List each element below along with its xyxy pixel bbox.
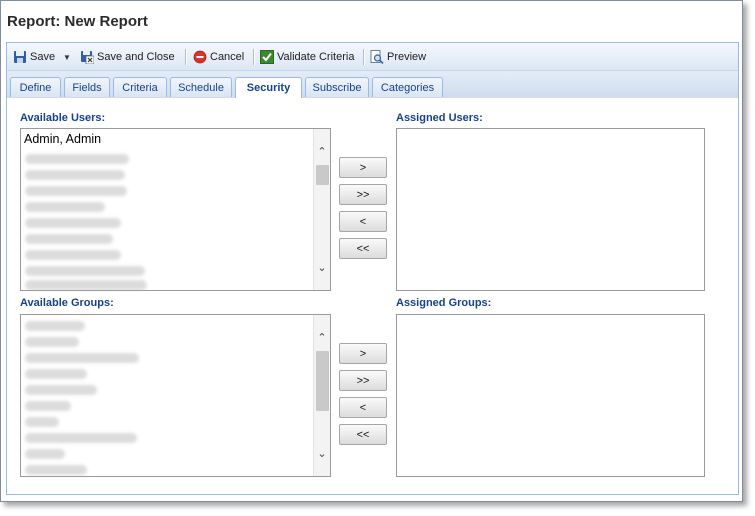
tab-schedule[interactable]: Schedule [170, 77, 232, 97]
window-title: Report: New Report [7, 13, 148, 30]
save-label: Save [30, 51, 56, 63]
save-button[interactable]: Save [13, 43, 55, 71]
assigned-groups-list[interactable] [396, 314, 705, 477]
redacted-list-item [25, 433, 137, 443]
redacted-list-item [25, 417, 59, 427]
redacted-list-item [25, 337, 79, 347]
redacted-list-item [25, 385, 97, 395]
cancel-label: Cancel [210, 51, 245, 63]
scrollbar-thumb[interactable] [316, 351, 329, 411]
preview-label: Preview [387, 51, 427, 63]
assigned-users-list[interactable] [396, 128, 705, 291]
tab-strip: Define Fields Criteria Schedule Security… [6, 70, 739, 99]
groups-scrollbar[interactable]: ⌃ ⌄ [313, 315, 330, 476]
remove-user-button[interactable]: < [339, 211, 387, 232]
available-groups-label: Available Groups: [20, 297, 114, 309]
floppy-disk-icon [13, 50, 27, 64]
toolbar: Save ▼ Save and Close Cancel Validate Cr… [6, 42, 739, 71]
remove-all-groups-button[interactable]: << [339, 424, 387, 445]
redacted-list-item [25, 449, 65, 459]
caret-down-icon: ▼ [63, 52, 71, 62]
report-window: Report: New Report Save ▼ Save and Close… [0, 0, 743, 502]
tab-fields[interactable]: Fields [64, 77, 110, 97]
preview-button[interactable]: Preview [370, 43, 426, 71]
available-users-label: Available Users: [20, 112, 106, 124]
save-and-close-label: Save and Close [97, 51, 175, 63]
validate-criteria-button[interactable]: Validate Criteria [260, 43, 354, 71]
tab-subscribe[interactable]: Subscribe [305, 77, 369, 97]
redacted-list-item [25, 250, 121, 260]
redacted-list-item [25, 401, 71, 411]
redacted-list-item [25, 321, 85, 331]
cancel-button[interactable]: Cancel [193, 43, 244, 71]
save-close-icon [80, 50, 95, 65]
toolbar-separator [253, 49, 255, 65]
save-and-close-button[interactable]: Save and Close [80, 43, 175, 71]
redacted-list-item [25, 266, 145, 276]
available-groups-list[interactable]: ⌃ ⌄ [20, 314, 331, 477]
add-all-groups-button[interactable]: >> [339, 370, 387, 391]
redacted-list-item [25, 202, 105, 212]
add-group-button[interactable]: > [339, 343, 387, 364]
add-all-users-button[interactable]: >> [339, 184, 387, 205]
assigned-users-label: Assigned Users: [396, 112, 483, 124]
remove-group-button[interactable]: < [339, 397, 387, 418]
security-panel: Available Users: Admin, Admin ⌃ ⌄ > >> <… [6, 98, 739, 495]
list-item[interactable]: Admin, Admin [24, 132, 101, 149]
redacted-list-item [25, 465, 87, 475]
scroll-up-icon[interactable]: ⌃ [314, 329, 330, 345]
tab-categories[interactable]: Categories [372, 77, 443, 97]
scrollbar-thumb[interactable] [316, 165, 329, 185]
no-entry-icon [193, 50, 207, 64]
tab-define[interactable]: Define [10, 77, 61, 97]
add-user-button[interactable]: > [339, 157, 387, 178]
scroll-down-icon[interactable]: ⌄ [314, 259, 330, 275]
redacted-list-item [25, 218, 121, 228]
redacted-list-item [25, 170, 125, 180]
checkmark-icon [260, 50, 274, 64]
tab-criteria[interactable]: Criteria [113, 77, 167, 97]
redacted-list-item [25, 154, 129, 164]
remove-all-users-button[interactable]: << [339, 238, 387, 259]
available-users-list[interactable]: Admin, Admin ⌃ ⌄ [20, 128, 331, 291]
toolbar-separator [363, 49, 365, 65]
redacted-list-item [25, 353, 139, 363]
redacted-list-item [25, 234, 113, 244]
redacted-list-item [25, 280, 147, 290]
toolbar-separator [185, 49, 187, 65]
redacted-list-item [25, 186, 127, 196]
validate-criteria-label: Validate Criteria [277, 51, 355, 63]
redacted-list-item [25, 369, 87, 379]
magnifier-document-icon [370, 50, 384, 65]
tab-security[interactable]: Security [235, 77, 302, 98]
users-scrollbar[interactable]: ⌃ ⌄ [313, 129, 330, 290]
save-dropdown-button[interactable]: ▼ [63, 43, 71, 71]
scroll-up-icon[interactable]: ⌃ [314, 143, 330, 159]
assigned-groups-label: Assigned Groups: [396, 297, 492, 309]
scroll-down-icon[interactable]: ⌄ [314, 445, 330, 461]
